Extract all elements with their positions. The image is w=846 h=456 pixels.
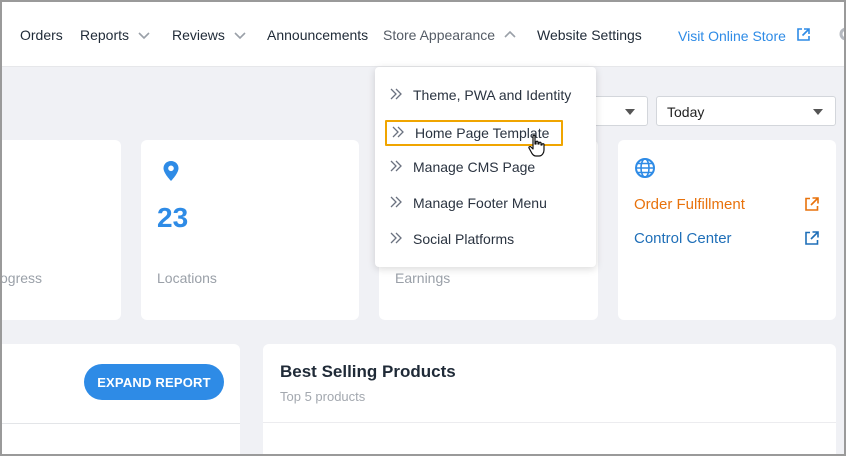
order-fulfillment-link[interactable]: Order Fulfillment (634, 196, 745, 213)
menu-item-cms-page[interactable]: Manage CMS Page (389, 159, 535, 175)
period-select[interactable] (588, 96, 648, 126)
date-range-select[interactable]: Today (656, 96, 836, 126)
earnings-label: Earnings (395, 270, 451, 286)
top-navigation: Orders Reports Reviews Announcements Sto… (0, 0, 846, 67)
menu-item-footer-menu[interactable]: Manage Footer Menu (389, 195, 547, 211)
menu-item-label: Theme, PWA and Identity (413, 87, 572, 103)
in-progress-label: ogress (0, 270, 43, 286)
nav-orders[interactable]: Orders (20, 27, 63, 43)
nav-website-settings[interactable]: Website Settings (537, 27, 642, 43)
double-chevron-right-icon (389, 159, 403, 175)
in-progress-card (0, 140, 121, 320)
double-chevron-right-icon (391, 125, 405, 141)
visit-online-store-link[interactable]: Visit Online Store (678, 27, 811, 45)
menu-item-label: Manage Footer Menu (413, 195, 547, 211)
nav-reports-label: Reports (80, 27, 130, 43)
double-chevron-right-icon (389, 231, 403, 247)
external-link-icon[interactable] (804, 230, 820, 246)
control-center-link[interactable]: Control Center (634, 230, 732, 247)
order-fulfillment-label: Order Fulfillment (634, 196, 745, 213)
divider (0, 423, 240, 424)
report-panel (0, 344, 240, 456)
nav-reviews[interactable]: Reviews (172, 27, 247, 43)
menu-item-social-platforms[interactable]: Social Platforms (389, 231, 514, 247)
location-pin-icon (162, 160, 180, 187)
caret-down-icon (813, 109, 823, 115)
caret-down-icon (625, 109, 635, 115)
gear-icon[interactable] (836, 26, 846, 42)
menu-item-label: Social Platforms (413, 231, 515, 247)
control-center-label: Control Center (634, 230, 732, 247)
globe-icon (634, 157, 656, 184)
divider (263, 422, 836, 423)
external-link-icon (796, 27, 811, 45)
expand-report-button[interactable]: EXPAND REPORT (84, 364, 224, 400)
best-selling-title: Best Selling Products (280, 362, 456, 381)
chevron-down-icon (137, 28, 151, 42)
chevron-up-icon (503, 28, 517, 42)
menu-item-label: Manage CMS Page (413, 159, 536, 175)
nav-orders-label: Orders (20, 27, 63, 43)
locations-label: Locations (157, 270, 217, 286)
nav-website-settings-label: Website Settings (537, 27, 642, 43)
external-link-icon[interactable] (804, 196, 820, 212)
nav-announcements[interactable]: Announcements (267, 27, 368, 43)
nav-store-appearance[interactable]: Store Appearance (383, 27, 517, 43)
store-appearance-menu: Theme, PWA and Identity Home Page Templa… (375, 67, 596, 267)
nav-reviews-label: Reviews (172, 27, 225, 43)
chevron-down-icon (233, 28, 247, 42)
double-chevron-right-icon (389, 87, 403, 103)
hand-pointer-icon (527, 134, 547, 163)
nav-reports[interactable]: Reports (80, 27, 151, 43)
date-range-value: Today (667, 104, 705, 120)
nav-announcements-label: Announcements (267, 27, 369, 43)
visit-online-store-label: Visit Online Store (678, 28, 786, 44)
menu-item-theme[interactable]: Theme, PWA and Identity (389, 87, 571, 103)
nav-store-appearance-label: Store Appearance (383, 27, 496, 43)
best-selling-subtitle: Top 5 products (280, 389, 366, 404)
locations-count: 23 (157, 202, 189, 233)
double-chevron-right-icon (389, 195, 403, 211)
